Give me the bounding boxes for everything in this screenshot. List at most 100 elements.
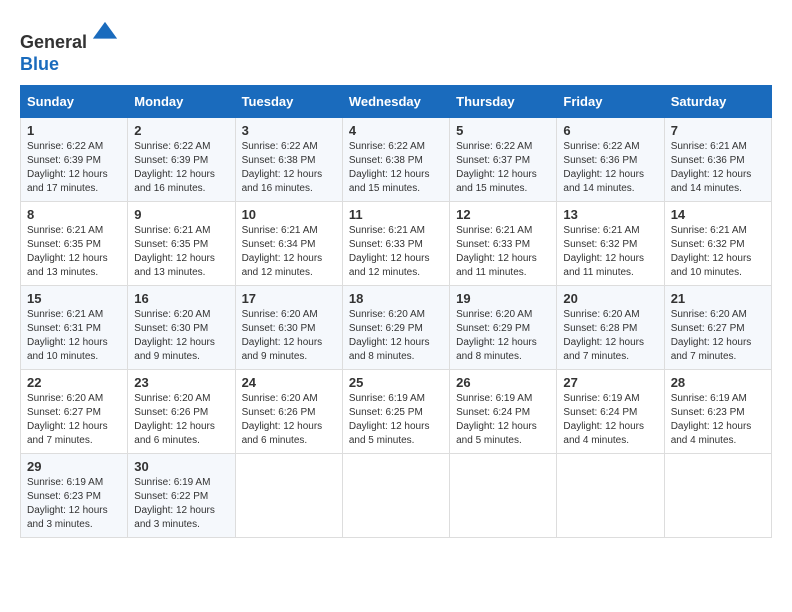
day-number: 20 xyxy=(563,291,657,306)
day-number: 27 xyxy=(563,375,657,390)
calendar-cell xyxy=(235,454,342,538)
logo-icon xyxy=(91,20,119,48)
day-number: 17 xyxy=(242,291,336,306)
day-info: Sunrise: 6:22 AMSunset: 6:38 PMDaylight:… xyxy=(242,140,336,196)
col-header-saturday: Saturday xyxy=(664,86,771,118)
day-number: 26 xyxy=(456,375,550,390)
calendar-cell: 16 Sunrise: 6:20 AMSunset: 6:30 PMDayligh… xyxy=(128,286,235,370)
day-number: 9 xyxy=(134,207,228,222)
day-info: Sunrise: 6:20 AMSunset: 6:28 PMDaylight:… xyxy=(563,308,657,364)
day-number: 19 xyxy=(456,291,550,306)
calendar-week-row: 1 Sunrise: 6:22 AMSunset: 6:39 PMDaylight… xyxy=(21,118,772,202)
calendar-cell xyxy=(342,454,449,538)
day-number: 2 xyxy=(134,123,228,138)
day-number: 11 xyxy=(349,207,443,222)
day-info: Sunrise: 6:20 AMSunset: 6:30 PMDaylight:… xyxy=(134,308,228,364)
calendar-cell: 1 Sunrise: 6:22 AMSunset: 6:39 PMDaylight… xyxy=(21,118,128,202)
day-info: Sunrise: 6:21 AMSunset: 6:32 PMDaylight:… xyxy=(563,224,657,280)
day-number: 12 xyxy=(456,207,550,222)
day-number: 6 xyxy=(563,123,657,138)
day-info: Sunrise: 6:19 AMSunset: 6:25 PMDaylight:… xyxy=(349,392,443,448)
calendar-table: SundayMondayTuesdayWednesdayThursdayFrid… xyxy=(20,85,772,538)
day-info: Sunrise: 6:21 AMSunset: 6:35 PMDaylight:… xyxy=(27,224,121,280)
day-number: 23 xyxy=(134,375,228,390)
calendar-cell: 22 Sunrise: 6:20 AMSunset: 6:27 PMDayligh… xyxy=(21,370,128,454)
calendar-cell: 18 Sunrise: 6:20 AMSunset: 6:29 PMDayligh… xyxy=(342,286,449,370)
day-info: Sunrise: 6:22 AMSunset: 6:39 PMDaylight:… xyxy=(134,140,228,196)
calendar-cell: 17 Sunrise: 6:20 AMSunset: 6:30 PMDayligh… xyxy=(235,286,342,370)
calendar-week-row: 15 Sunrise: 6:21 AMSunset: 6:31 PMDayligh… xyxy=(21,286,772,370)
day-number: 22 xyxy=(27,375,121,390)
calendar-cell: 21 Sunrise: 6:20 AMSunset: 6:27 PMDayligh… xyxy=(664,286,771,370)
day-info: Sunrise: 6:19 AMSunset: 6:22 PMDaylight:… xyxy=(134,476,228,532)
day-info: Sunrise: 6:19 AMSunset: 6:24 PMDaylight:… xyxy=(456,392,550,448)
day-number: 13 xyxy=(563,207,657,222)
day-info: Sunrise: 6:21 AMSunset: 6:32 PMDaylight:… xyxy=(671,224,765,280)
day-number: 4 xyxy=(349,123,443,138)
calendar-cell: 5 Sunrise: 6:22 AMSunset: 6:37 PMDaylight… xyxy=(450,118,557,202)
calendar-cell: 3Sunrise: 6:22 AMSunset: 6:38 PMDaylight… xyxy=(235,118,342,202)
logo: General Blue xyxy=(20,20,119,75)
day-number: 10 xyxy=(242,207,336,222)
calendar-cell: 30Sunrise: 6:19 AMSunset: 6:22 PMDayligh… xyxy=(128,454,235,538)
day-info: Sunrise: 6:20 AMSunset: 6:26 PMDaylight:… xyxy=(242,392,336,448)
calendar-cell: 14 Sunrise: 6:21 AMSunset: 6:32 PMDayligh… xyxy=(664,202,771,286)
day-info: Sunrise: 6:19 AMSunset: 6:23 PMDaylight:… xyxy=(671,392,765,448)
calendar-cell: 15 Sunrise: 6:21 AMSunset: 6:31 PMDayligh… xyxy=(21,286,128,370)
day-info: Sunrise: 6:21 AMSunset: 6:34 PMDaylight:… xyxy=(242,224,336,280)
day-number: 16 xyxy=(134,291,228,306)
calendar-cell: 2 Sunrise: 6:22 AMSunset: 6:39 PMDaylight… xyxy=(128,118,235,202)
day-info: Sunrise: 6:22 AMSunset: 6:38 PMDaylight:… xyxy=(349,140,443,196)
day-number: 8 xyxy=(27,207,121,222)
day-info: Sunrise: 6:21 AMSunset: 6:36 PMDaylight:… xyxy=(671,140,765,196)
col-header-tuesday: Tuesday xyxy=(235,86,342,118)
calendar-cell: 6Sunrise: 6:22 AMSunset: 6:36 PMDaylight… xyxy=(557,118,664,202)
calendar-cell: 19 Sunrise: 6:20 AMSunset: 6:29 PMDayligh… xyxy=(450,286,557,370)
day-info: Sunrise: 6:20 AMSunset: 6:29 PMDaylight:… xyxy=(349,308,443,364)
day-info: Sunrise: 6:21 AMSunset: 6:31 PMDaylight:… xyxy=(27,308,121,364)
day-info: Sunrise: 6:22 AMSunset: 6:39 PMDaylight:… xyxy=(27,140,121,196)
day-number: 15 xyxy=(27,291,121,306)
day-info: Sunrise: 6:22 AMSunset: 6:37 PMDaylight:… xyxy=(456,140,550,196)
calendar-cell: 25Sunrise: 6:19 AMSunset: 6:25 PMDayligh… xyxy=(342,370,449,454)
day-info: Sunrise: 6:20 AMSunset: 6:27 PMDaylight:… xyxy=(671,308,765,364)
calendar-cell xyxy=(664,454,771,538)
calendar-week-row: 8 Sunrise: 6:21 AMSunset: 6:35 PMDaylight… xyxy=(21,202,772,286)
day-number: 14 xyxy=(671,207,765,222)
day-number: 1 xyxy=(27,123,121,138)
day-number: 5 xyxy=(456,123,550,138)
day-number: 28 xyxy=(671,375,765,390)
col-header-monday: Monday xyxy=(128,86,235,118)
calendar-cell: 24Sunrise: 6:20 AMSunset: 6:26 PMDayligh… xyxy=(235,370,342,454)
logo-blue: Blue xyxy=(20,54,59,74)
calendar-week-row: 22 Sunrise: 6:20 AMSunset: 6:27 PMDayligh… xyxy=(21,370,772,454)
day-info: Sunrise: 6:19 AMSunset: 6:23 PMDaylight:… xyxy=(27,476,121,532)
day-number: 7 xyxy=(671,123,765,138)
col-header-sunday: Sunday xyxy=(21,86,128,118)
col-header-wednesday: Wednesday xyxy=(342,86,449,118)
calendar-cell: 12 Sunrise: 6:21 AMSunset: 6:33 PMDayligh… xyxy=(450,202,557,286)
day-number: 18 xyxy=(349,291,443,306)
day-info: Sunrise: 6:21 AMSunset: 6:33 PMDaylight:… xyxy=(456,224,550,280)
calendar-cell: 13 Sunrise: 6:21 AMSunset: 6:32 PMDayligh… xyxy=(557,202,664,286)
calendar-cell: 10 Sunrise: 6:21 AMSunset: 6:34 PMDayligh… xyxy=(235,202,342,286)
day-number: 21 xyxy=(671,291,765,306)
calendar-header-row: SundayMondayTuesdayWednesdayThursdayFrid… xyxy=(21,86,772,118)
calendar-cell: 11 Sunrise: 6:21 AMSunset: 6:33 PMDayligh… xyxy=(342,202,449,286)
day-info: Sunrise: 6:20 AMSunset: 6:27 PMDaylight:… xyxy=(27,392,121,448)
day-info: Sunrise: 6:21 AMSunset: 6:33 PMDaylight:… xyxy=(349,224,443,280)
calendar-cell: 27Sunrise: 6:19 AMSunset: 6:24 PMDayligh… xyxy=(557,370,664,454)
calendar-cell: 26 Sunrise: 6:19 AMSunset: 6:24 PMDayligh… xyxy=(450,370,557,454)
logo-general: General xyxy=(20,32,87,52)
calendar-cell: 8 Sunrise: 6:21 AMSunset: 6:35 PMDaylight… xyxy=(21,202,128,286)
calendar-cell xyxy=(557,454,664,538)
day-number: 29 xyxy=(27,459,121,474)
col-header-thursday: Thursday xyxy=(450,86,557,118)
col-header-friday: Friday xyxy=(557,86,664,118)
calendar-week-row: 29 Sunrise: 6:19 AMSunset: 6:23 PMDayligh… xyxy=(21,454,772,538)
day-info: Sunrise: 6:20 AMSunset: 6:26 PMDaylight:… xyxy=(134,392,228,448)
calendar-cell: 4 Sunrise: 6:22 AMSunset: 6:38 PMDaylight… xyxy=(342,118,449,202)
calendar-cell: 7 Sunrise: 6:21 AMSunset: 6:36 PMDaylight… xyxy=(664,118,771,202)
day-info: Sunrise: 6:20 AMSunset: 6:30 PMDaylight:… xyxy=(242,308,336,364)
day-info: Sunrise: 6:20 AMSunset: 6:29 PMDaylight:… xyxy=(456,308,550,364)
